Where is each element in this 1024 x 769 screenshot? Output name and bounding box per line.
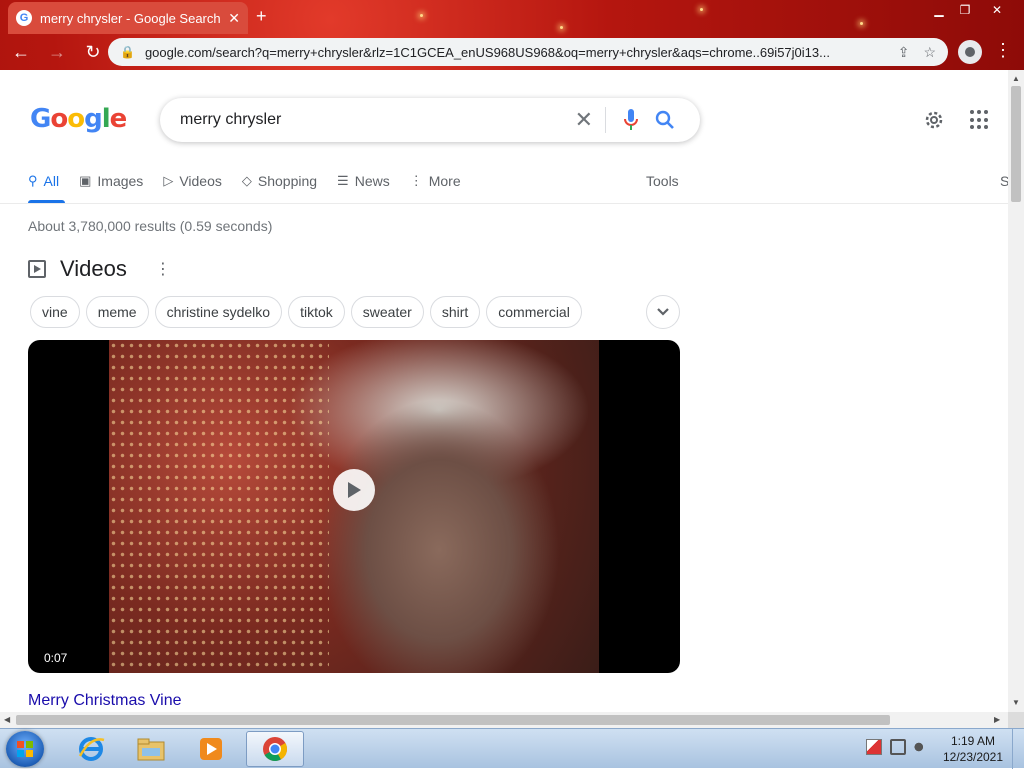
clear-search-icon[interactable]: ✕ — [563, 107, 606, 133]
decorative-sparkle — [700, 8, 703, 11]
google-logo[interactable]: Google — [30, 104, 127, 134]
new-tab-button[interactable]: + — [256, 6, 267, 27]
play-button-icon[interactable] — [333, 469, 375, 511]
forward-button[interactable]: → — [42, 37, 72, 67]
tab-label: News — [354, 173, 390, 189]
tab-all[interactable]: ⚲ All — [28, 170, 59, 192]
filter-chip[interactable]: vine — [30, 296, 80, 328]
tab-label: Shopping — [257, 173, 318, 189]
scroll-up-arrow-icon[interactable]: ▲ — [1012, 74, 1020, 83]
start-button[interactable] — [6, 731, 44, 767]
decorative-sparkle — [860, 22, 863, 25]
divider — [0, 203, 1008, 204]
scrollbar-corner — [1008, 712, 1024, 728]
chevron-down-icon[interactable] — [646, 295, 680, 329]
more-options-icon[interactable]: ⋮ — [155, 259, 171, 279]
restore-button[interactable]: ❐ — [954, 2, 976, 18]
video-title-link[interactable]: Merry Christmas Vine — [28, 692, 182, 710]
lock-icon[interactable]: 🔒 — [120, 45, 135, 59]
video-section-icon — [28, 260, 46, 278]
filter-chip[interactable]: shirt — [429, 296, 481, 328]
tab-title: merry chrysler - Google Search — [40, 10, 221, 26]
google-favicon-icon: G — [16, 10, 32, 26]
share-icon[interactable]: ⇪ — [898, 44, 910, 61]
browser-tab[interactable]: G merry chrysler - Google Search ✕ — [8, 2, 248, 34]
close-window-button[interactable]: ✕ — [986, 2, 1008, 18]
microphone-icon[interactable] — [614, 109, 648, 131]
more-vertical-icon: ⋮ — [409, 173, 423, 188]
scroll-thumb[interactable] — [16, 715, 890, 725]
play-icon: ▷ — [163, 173, 174, 188]
chrome-taskbar-button[interactable] — [246, 731, 304, 767]
clock-time: 1:19 AM — [950, 734, 996, 748]
internet-explorer-icon[interactable] — [62, 731, 120, 767]
search-results-page: Google merry chrysler ✕ ⚲ All ▣ Images ▷… — [0, 70, 1008, 712]
section-title: Videos — [60, 256, 127, 281]
windows-logo-icon — [17, 741, 33, 757]
close-tab-icon[interactable]: ✕ — [228, 10, 240, 27]
chrome-icon — [263, 737, 287, 762]
filter-chip[interactable]: sweater — [350, 296, 424, 328]
scroll-left-arrow-icon[interactable]: ◀ — [4, 715, 10, 724]
tab-more[interactable]: ⋮ More — [410, 170, 461, 192]
google-apps-grid-icon[interactable] — [970, 110, 990, 130]
filter-chip[interactable]: commercial — [486, 296, 582, 328]
tab-images[interactable]: ▣ Images — [79, 170, 143, 192]
video-filter-chips: vine meme christine sydelko tiktok sweat… — [30, 296, 588, 328]
tab-label: All — [43, 173, 60, 189]
minimize-button[interactable]: ▁ — [928, 2, 950, 18]
tab-shopping[interactable]: ◇ Shopping — [242, 170, 317, 192]
vertical-scrollbar[interactable]: ▲ ▼ — [1008, 70, 1024, 712]
tag-icon: ◇ — [241, 173, 252, 188]
network-icon[interactable] — [890, 739, 906, 755]
decorative-sparkle — [560, 26, 563, 29]
tools-button[interactable]: Tools — [646, 173, 679, 189]
filter-chip[interactable]: christine sydelko — [154, 296, 283, 328]
scroll-right-arrow-icon[interactable]: ▶ — [994, 715, 1000, 724]
result-stats: About 3,780,000 results (0.59 seconds) — [28, 218, 273, 234]
tab-label: Images — [97, 173, 144, 189]
scroll-thumb[interactable] — [1011, 86, 1021, 202]
scroll-down-arrow-icon[interactable]: ▼ — [1012, 698, 1020, 707]
action-center-flag-icon[interactable] — [866, 739, 882, 755]
volume-icon[interactable] — [914, 739, 930, 755]
media-player-icon[interactable] — [182, 731, 240, 767]
filter-chip[interactable]: tiktok — [288, 296, 345, 328]
person-icon — [965, 47, 975, 57]
video-duration: 0:07 — [44, 651, 68, 665]
image-icon: ▣ — [79, 173, 92, 188]
search-input[interactable]: merry chrysler — [180, 111, 563, 129]
filter-chip[interactable]: meme — [85, 296, 149, 328]
search-box[interactable]: merry chrysler ✕ — [160, 98, 700, 142]
video-thumbnail[interactable]: 0:07 — [28, 340, 680, 673]
windows-taskbar: 1:19 AM 12/23/2021 — [0, 728, 1024, 769]
newspaper-icon: ☰ — [337, 173, 349, 188]
videos-section-header: Videos ⋮ — [28, 256, 171, 282]
settings-gear-icon[interactable] — [922, 108, 946, 137]
tab-videos[interactable]: ▷ Videos — [163, 170, 222, 192]
file-explorer-icon[interactable] — [122, 731, 180, 767]
tab-news[interactable]: ☰ News — [337, 170, 390, 192]
search-tabs: ⚲ All ▣ Images ▷ Videos ◇ Shopping ☰ New… — [28, 170, 481, 204]
back-button[interactable]: ← — [6, 37, 36, 67]
address-bar[interactable]: 🔒 google.com/search?q=merry+chrysler&rlz… — [108, 38, 948, 66]
horizontal-scrollbar[interactable]: ◀ ▶ — [0, 712, 1008, 728]
system-clock[interactable]: 1:19 AM 12/23/2021 — [940, 733, 1006, 765]
decorative-sparkle — [420, 14, 423, 17]
browser-menu-icon[interactable]: ⋮ — [994, 40, 1012, 61]
christmas-tree-lights — [109, 340, 329, 673]
reload-button[interactable]: ↻ — [78, 37, 108, 67]
address-url[interactable]: google.com/search?q=merry+chrysler&rlz=1… — [145, 45, 884, 60]
tab-label: Videos — [179, 173, 222, 189]
search-icon: ⚲ — [28, 173, 38, 188]
show-desktop-button[interactable] — [1012, 729, 1024, 769]
system-tray — [866, 739, 938, 755]
safesearch-button[interactable]: S — [1000, 173, 1008, 189]
clock-date: 12/23/2021 — [942, 750, 1004, 764]
search-submit-icon[interactable] — [648, 110, 682, 130]
browser-chrome: G merry chrysler - Google Search ✕ + ▁ ❐… — [0, 0, 1024, 70]
tab-label: More — [428, 173, 461, 189]
profile-avatar[interactable] — [958, 40, 982, 64]
bookmark-star-icon[interactable]: ☆ — [923, 44, 936, 61]
